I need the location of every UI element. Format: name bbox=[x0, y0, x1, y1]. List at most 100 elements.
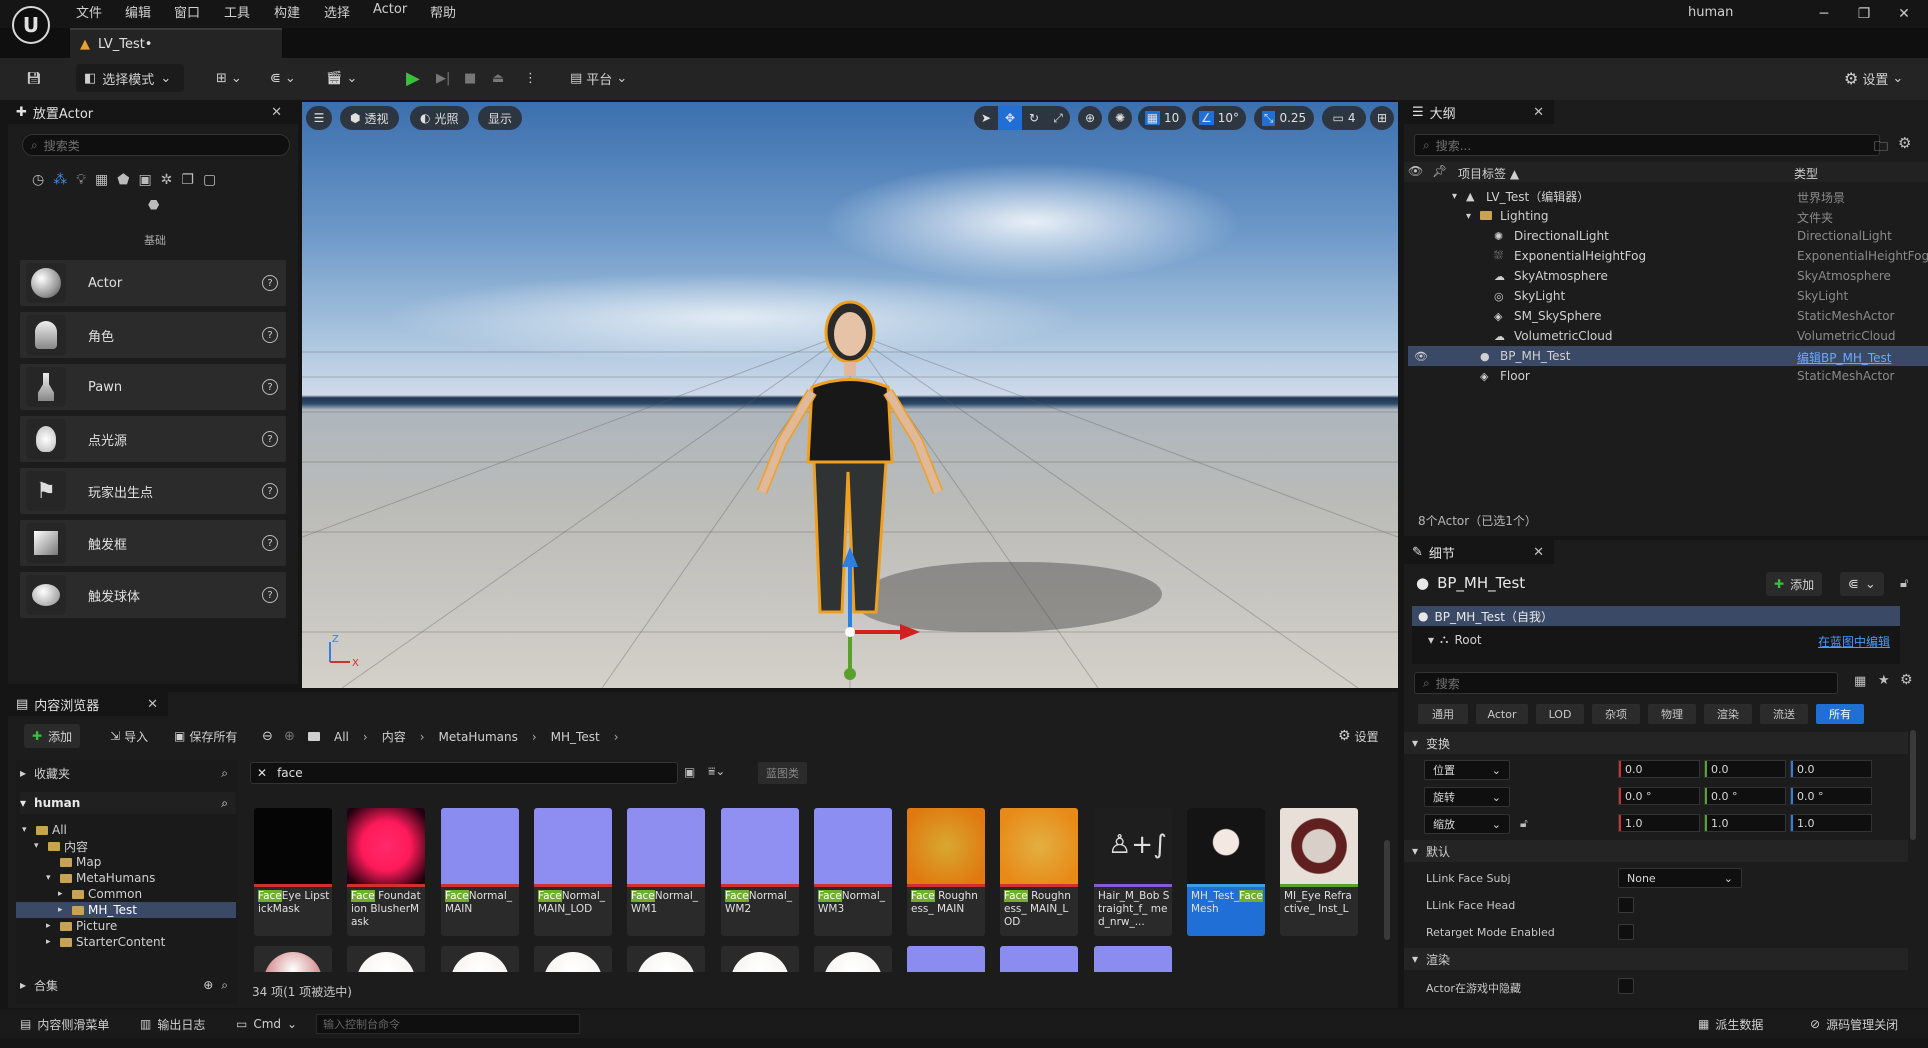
roughness-main-asset[interactable]: Face Roughness_ MAIN bbox=[907, 808, 985, 936]
filter-chip-blueprint[interactable]: 蓝图类 bbox=[758, 762, 807, 784]
foundation-mask-asset[interactable]: Face Foundation BlusherMask bbox=[347, 808, 425, 936]
folder-tree-item[interactable]: ▸ Picture bbox=[16, 918, 236, 934]
outliner-search[interactable]: ⌕ 搜索... bbox=[1414, 134, 1880, 156]
all-classes-icon[interactable]: ❐ bbox=[181, 172, 194, 188]
menu-file[interactable]: 文件 bbox=[76, 2, 102, 22]
select-tool-icon[interactable]: ➤ bbox=[974, 106, 998, 130]
folder-icon[interactable] bbox=[308, 724, 320, 748]
show-button[interactable]: 显示 bbox=[478, 106, 523, 130]
chevron-right-icon[interactable]: › bbox=[532, 730, 537, 744]
camera-speed-button[interactable]: ▭ 4 bbox=[1322, 106, 1366, 130]
collapse-arrow-icon[interactable]: ▾ bbox=[34, 841, 44, 851]
menu-edit[interactable]: 编辑 bbox=[125, 2, 151, 22]
rotation-field-x[interactable]: 0.0 ° bbox=[1618, 787, 1700, 805]
translate-tool-icon[interactable]: ✥ bbox=[998, 106, 1022, 130]
help-icon[interactable]: ? bbox=[262, 379, 278, 395]
details-tab-4[interactable]: 物理 bbox=[1648, 704, 1696, 724]
actor-item-point-light[interactable]: 点光源 ? bbox=[20, 416, 286, 462]
close-icon[interactable]: ✕ bbox=[147, 697, 158, 712]
asset-tile-partial[interactable] bbox=[627, 946, 705, 972]
asset-tile-partial[interactable] bbox=[1000, 946, 1078, 972]
asset-grid-scrollbar[interactable] bbox=[1384, 840, 1390, 940]
folder-tree-item[interactable]: ▸ Common bbox=[16, 886, 236, 902]
search-icon[interactable]: ⌕ bbox=[221, 766, 228, 781]
stop-icon[interactable]: ■ bbox=[464, 64, 476, 92]
content-browser-tab[interactable]: ▤ 内容浏览器 ✕ bbox=[8, 692, 168, 716]
eject-icon[interactable]: ⏏ bbox=[492, 64, 504, 92]
output-log-button[interactable]: ▥ 输出日志 bbox=[140, 1014, 205, 1034]
star-icon[interactable]: ★ bbox=[1878, 673, 1890, 688]
chevron-right-icon[interactable]: › bbox=[420, 730, 425, 744]
scale-tool-icon[interactable]: ⤢ bbox=[1046, 106, 1070, 130]
rotation-field-y[interactable]: 0.0 ° bbox=[1704, 787, 1786, 805]
cinematics-button[interactable]: 🎬︎ ⌄ bbox=[326, 64, 357, 92]
rotation-field-z[interactable]: 0.0 ° bbox=[1790, 787, 1872, 805]
breadcrumb-item[interactable]: 内容 bbox=[382, 728, 406, 745]
edit-in-blueprint-link[interactable]: 在蓝图中编辑 bbox=[1818, 633, 1890, 650]
help-icon[interactable]: ? bbox=[262, 431, 278, 447]
content-settings-button[interactable]: ⚙ 设置 bbox=[1338, 724, 1379, 748]
rotate-tool-icon[interactable]: ↻ bbox=[1022, 106, 1046, 130]
help-icon[interactable]: ? bbox=[262, 535, 278, 551]
normal-wm2-asset[interactable]: FaceNormal_ WM2 bbox=[721, 808, 799, 936]
add-asset-button[interactable]: ✚ 添加 bbox=[24, 724, 81, 748]
actor-item-player-start[interactable]: ⚑ 玩家出生点 ? bbox=[20, 468, 286, 514]
collapse-arrow-icon[interactable]: ▾ bbox=[22, 825, 32, 835]
location-dropdown[interactable]: 位置 ⌄ bbox=[1424, 760, 1510, 780]
more-options-icon[interactable]: ⋮ bbox=[524, 64, 537, 92]
help-icon[interactable]: ? bbox=[262, 327, 278, 343]
scale-field-z[interactable]: 1.0 bbox=[1790, 814, 1872, 832]
volumes-icon[interactable]: ✲ bbox=[161, 172, 173, 188]
outliner-tab[interactable]: ☰ 大纲 ✕ bbox=[1404, 100, 1554, 124]
details-tab-7[interactable]: 所有 bbox=[1816, 704, 1864, 724]
help-icon[interactable]: ? bbox=[262, 587, 278, 603]
breadcrumb-item[interactable]: MH_Test bbox=[551, 730, 600, 744]
col-label-header[interactable]: 项目标签 ▲ bbox=[1458, 165, 1519, 182]
menu-select[interactable]: 选择 bbox=[324, 2, 350, 22]
asset-tile-partial[interactable] bbox=[814, 946, 892, 972]
scale-field-y[interactable]: 1.0 bbox=[1704, 814, 1786, 832]
asset-tile-partial[interactable] bbox=[534, 946, 612, 972]
clear-search-icon[interactable]: ✕ bbox=[257, 766, 267, 780]
asset-search-input[interactable]: ✕ face bbox=[250, 762, 678, 784]
normal-main-asset[interactable]: FaceNormal_ MAIN bbox=[441, 808, 519, 936]
favorites-header[interactable]: ▸ 收藏夹 ⌕ bbox=[20, 762, 236, 784]
folder-tree-item[interactable]: ▾ MetaHumans bbox=[16, 870, 236, 886]
folder-tree-item[interactable]: ▾ 内容 bbox=[16, 838, 236, 854]
location-field-y[interactable]: 0.0 bbox=[1704, 760, 1786, 778]
details-tab-5[interactable]: 渲染 bbox=[1704, 704, 1752, 724]
asset-tile-partial[interactable] bbox=[347, 946, 425, 972]
level-tab[interactable]: ▲ LV_Test• bbox=[70, 28, 282, 58]
menu-tools[interactable]: 工具 bbox=[224, 2, 250, 22]
location-field-z[interactable]: 0.0 bbox=[1790, 760, 1872, 778]
basic-icon[interactable]: ⁂ bbox=[53, 172, 67, 188]
eye-material-asset[interactable]: MI_Eye Refractive_ Inst_L bbox=[1280, 808, 1358, 936]
cmd-dropdown[interactable]: ▭ Cmd ⌄ bbox=[236, 1014, 297, 1034]
asset-tile-partial[interactable] bbox=[1094, 946, 1172, 972]
folder-tree-item[interactable]: Map bbox=[16, 854, 236, 870]
scale-field-x[interactable]: 1.0 bbox=[1618, 814, 1700, 832]
folder-tree-item[interactable]: ▸ MH_Test bbox=[16, 902, 236, 918]
hair-groom-asset[interactable]: ♙+∫ Hair_M_Bob Straight_f_ med_nrw_... bbox=[1094, 808, 1172, 936]
collapse-arrow-icon[interactable]: ▾ bbox=[1466, 211, 1471, 222]
outliner-row[interactable]: ▾ Lighting bbox=[1408, 206, 1928, 226]
actor-hidden-in-game-checkbox[interactable] bbox=[1618, 978, 1634, 994]
eye-icon[interactable]: 👁︎ bbox=[1414, 350, 1428, 363]
details-tab-2[interactable]: LOD bbox=[1536, 704, 1584, 724]
details-tab-3[interactable]: 杂项 bbox=[1592, 704, 1640, 724]
details-tab-1[interactable]: Actor bbox=[1476, 704, 1528, 724]
step-icon[interactable]: ▶| bbox=[436, 64, 450, 92]
place-actors-search[interactable]: ⌕ 搜索类 bbox=[22, 134, 290, 156]
transform-gizmo[interactable] bbox=[802, 542, 922, 682]
component-self-row[interactable]: ● BP_MH_Test（自我） bbox=[1412, 606, 1900, 626]
save-icon[interactable]: 💾︎ bbox=[22, 66, 46, 90]
grid-snap-button[interactable]: ▦ 10 bbox=[1138, 106, 1186, 130]
world-space-icon[interactable]: ⊕ bbox=[1078, 106, 1102, 130]
add-content-button[interactable]: ⊞ ⌄ bbox=[216, 64, 242, 92]
settings-button[interactable]: ⚙ 设置 ⌄ bbox=[1844, 64, 1903, 92]
asset-tile-partial[interactable] bbox=[907, 946, 985, 972]
forward-icon[interactable]: ⊕ bbox=[284, 724, 295, 748]
blueprint-button[interactable]: ⋐ ⌄ bbox=[270, 64, 296, 92]
normal-wm1-asset[interactable]: FaceNormal_ WM1 bbox=[627, 808, 705, 936]
source-control-button[interactable]: ⊘ 源码管理关闭 bbox=[1810, 1014, 1898, 1034]
